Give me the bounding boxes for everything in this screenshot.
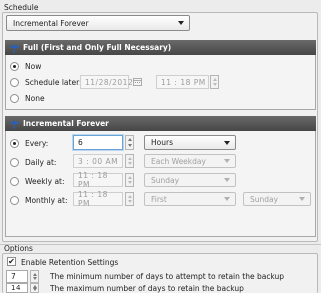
weekly-unit-combo[interactable]: Sunday [144, 173, 236, 187]
spin-up-icon [128, 157, 132, 160]
radio-monthly[interactable] [10, 196, 19, 205]
full-panel-header: Full (First and Only Full Necessary) [5, 40, 316, 55]
spin-down-icon [128, 162, 132, 165]
radio-daily-label: Daily at: [25, 158, 57, 167]
weekly-time-field[interactable]: 11 : 18 PM [73, 171, 123, 189]
schedule-mode-value: Incremental Forever [13, 18, 89, 28]
spin-down-icon [128, 200, 132, 203]
options-divider [0, 244, 321, 245]
spin-up-icon [213, 78, 217, 81]
monthly-time-spinner[interactable] [125, 192, 134, 206]
chevron-down-icon [299, 197, 305, 201]
weekly-time-spinner[interactable] [125, 173, 134, 187]
calendar-icon[interactable] [133, 77, 142, 86]
attempt-days-field[interactable]: 7 [6, 270, 28, 283]
schedule-section-label: Schedule [4, 3, 39, 12]
monthly-week-combo[interactable]: First [144, 192, 236, 206]
radio-every-label: Every: [25, 139, 49, 148]
full-time-spinner[interactable] [210, 75, 219, 89]
radio-full-schedule-later-label: Schedule later: [25, 78, 82, 87]
spin-up-icon [128, 138, 132, 141]
options-section-label: Options [4, 244, 33, 253]
chevron-down-icon [224, 159, 230, 163]
radio-full-now-label: Now [25, 62, 42, 71]
spin-up-icon [33, 273, 37, 276]
chevron-down-icon [224, 178, 230, 182]
spin-up-icon [128, 176, 132, 179]
full-panel-title: Full (First and Only Full Necessary) [23, 43, 172, 52]
radio-full-none[interactable] [10, 94, 19, 103]
daily-unit-value: Each Weekday [151, 156, 206, 166]
radio-weekly-label: Weekly at: [25, 177, 65, 186]
every-value-field[interactable]: 6 [73, 135, 123, 150]
chevron-down-icon [178, 21, 184, 25]
attempt-days-label: The minimum number of days to attempt to… [50, 272, 285, 281]
monthly-time-field[interactable]: 11 : 18 PM [73, 190, 123, 208]
incremental-panel-header: Incremental Forever [5, 116, 316, 131]
attempt-days-spinner[interactable] [30, 270, 39, 283]
max-days-field[interactable]: 14 [6, 283, 28, 293]
spin-down-icon [33, 277, 37, 280]
full-date-field[interactable]: 11/28/2012 [80, 75, 133, 89]
monthly-day-value: Sunday [250, 194, 279, 204]
radio-full-schedule-later[interactable] [10, 78, 19, 87]
spin-down-icon [128, 144, 132, 147]
radio-weekly[interactable] [10, 177, 19, 186]
spin-down-icon [213, 83, 217, 86]
radio-daily[interactable] [10, 158, 19, 167]
spin-down-icon [33, 288, 37, 291]
full-time-field[interactable]: 11 : 18 PM [156, 75, 209, 89]
chevron-down-icon [224, 197, 230, 201]
radio-every[interactable] [10, 139, 19, 148]
radio-monthly-label: Monthly at: [25, 196, 68, 205]
monthly-day-combo[interactable]: Sunday [243, 192, 311, 206]
radio-full-none-label: None [25, 94, 45, 103]
incremental-panel-title: Incremental Forever [23, 119, 109, 128]
max-days-spinner[interactable] [30, 283, 39, 293]
weekly-unit-value: Sunday [151, 175, 180, 185]
spin-up-icon [128, 195, 132, 198]
schedule-mode-combo[interactable]: Incremental Forever [6, 15, 190, 31]
retention-checkbox-label: Enable Retention Settings [21, 258, 119, 267]
monthly-week-value: First [151, 194, 167, 204]
daily-time-spinner[interactable] [125, 154, 134, 168]
radio-full-now[interactable] [10, 62, 19, 71]
umbrella-icon [9, 44, 20, 53]
daily-unit-combo[interactable]: Each Weekday [144, 154, 236, 168]
retention-checkbox[interactable]: ✔ [7, 257, 16, 266]
checkmark-icon: ✔ [8, 256, 15, 266]
max-days-label: The maximum number of days to retain the… [50, 284, 244, 293]
daily-time-field[interactable]: 3 : 00 AM [73, 154, 123, 168]
every-value-spinner[interactable] [125, 135, 134, 150]
every-unit-value: Hours [151, 138, 173, 147]
every-unit-combo[interactable]: Hours [144, 135, 236, 150]
chevron-down-icon [224, 140, 230, 145]
spin-down-icon [128, 181, 132, 184]
umbrella-icon [9, 120, 20, 129]
